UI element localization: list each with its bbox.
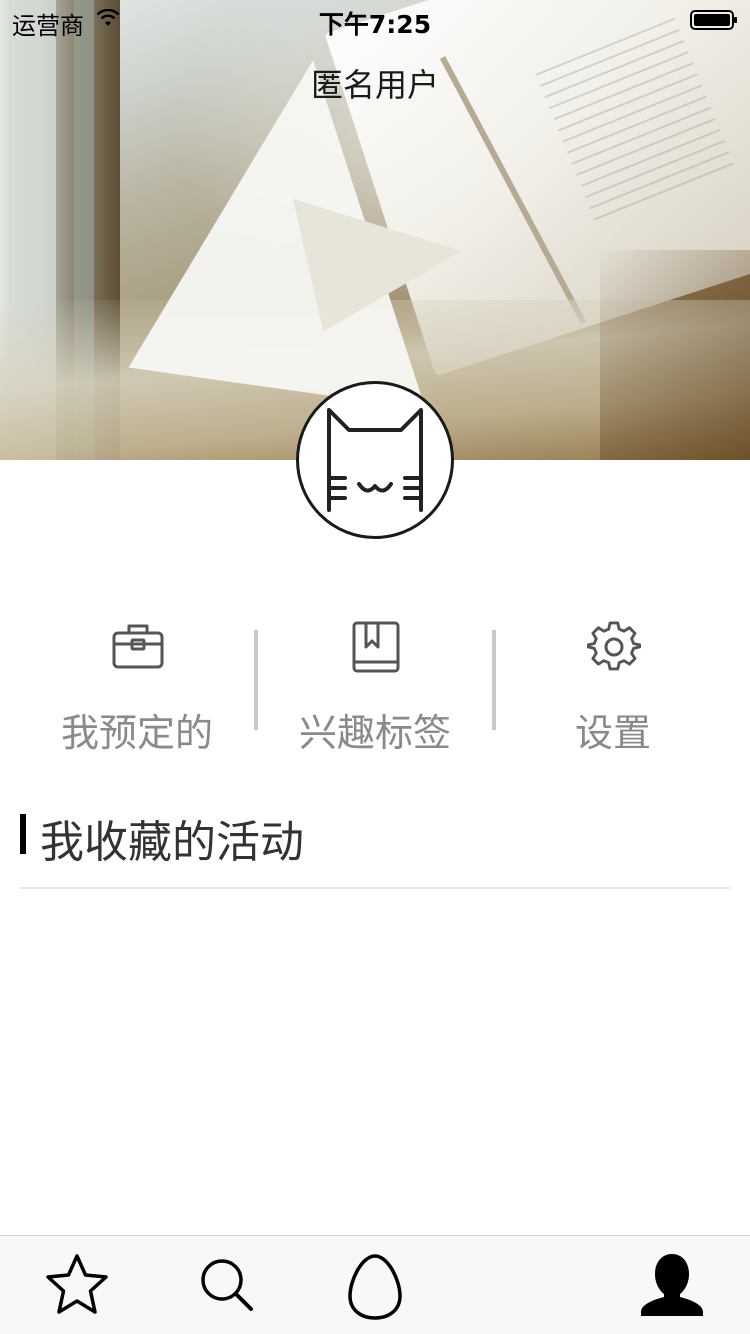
tab-bar [0, 1235, 750, 1334]
star-icon [46, 1254, 108, 1314]
avatar[interactable] [296, 381, 454, 539]
search-icon [201, 1259, 253, 1311]
profile-menu: 我预定的 兴趣标签 设置 [0, 612, 750, 762]
menu-item-label: 设置 [574, 711, 651, 755]
menu-item-interest-tags[interactable]: 兴趣标签 [256, 612, 494, 762]
status-time: 下午7:25 [318, 10, 432, 39]
tab-favorites[interactable] [42, 1250, 112, 1320]
tab-profile[interactable] [637, 1250, 707, 1320]
bookmark-book-icon [352, 621, 400, 673]
user-icon [641, 1254, 703, 1316]
egg-icon [348, 1254, 402, 1320]
menu-item-my-bookings[interactable]: 我预定的 [18, 612, 256, 762]
section-marker [20, 814, 26, 854]
briefcase-icon [112, 624, 164, 669]
battery-icon [690, 10, 737, 30]
status-bar: 运营商 下午7:25 [0, 0, 750, 40]
tab-search[interactable] [192, 1250, 262, 1320]
divider [20, 887, 730, 889]
menu-item-label: 兴趣标签 [298, 711, 451, 755]
menu-item-label: 我预定的 [60, 711, 213, 755]
page-title: 匿名用户 [310, 66, 439, 104]
tab-discover[interactable] [340, 1250, 410, 1320]
cat-face-icon [327, 408, 423, 512]
gear-icon [587, 621, 641, 671]
menu-item-settings[interactable]: 设置 [494, 612, 732, 762]
section-title: 我收藏的活动 [40, 817, 304, 868]
